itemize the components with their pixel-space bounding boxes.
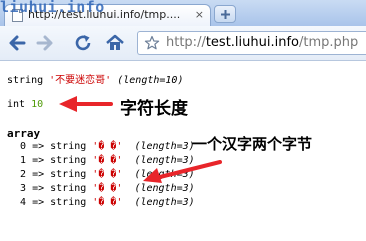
annotation-bytes: 一个汉字两个字节 bbox=[192, 135, 313, 153]
string-dump-line: string '不要迷恋哥' (length=10) bbox=[7, 71, 183, 86]
home-button[interactable] bbox=[104, 32, 126, 54]
annotation-length: 字符长度 bbox=[120, 99, 188, 119]
row-key: 1 bbox=[20, 155, 27, 166]
array-row: 0 => string '� �' (length=3) bbox=[20, 141, 195, 152]
bookmark-star-icon[interactable] bbox=[144, 35, 160, 51]
address-bar[interactable]: http://test.liuhui.info/tmp.php bbox=[137, 31, 366, 55]
url-text[interactable]: http://test.liuhui.info/tmp.php bbox=[166, 35, 358, 50]
string-value: '不要迷恋哥' bbox=[49, 75, 112, 86]
tab-close-icon[interactable]: × bbox=[195, 8, 204, 21]
forward-arrow-icon bbox=[36, 35, 53, 51]
row-key: 4 bbox=[20, 197, 27, 208]
row-value: '� �' bbox=[92, 183, 123, 194]
url-path: /tmp.php bbox=[299, 35, 359, 50]
reload-icon bbox=[75, 35, 91, 51]
row-key: 3 bbox=[20, 183, 27, 194]
type-label: string bbox=[7, 75, 44, 86]
row-type: string bbox=[50, 155, 87, 166]
reload-button[interactable] bbox=[72, 32, 94, 54]
row-arrow: => bbox=[32, 141, 45, 152]
array-row: 4 => string '� �' (length=3) bbox=[20, 197, 195, 208]
red-arrow-icon bbox=[143, 160, 222, 183]
watermark-logo: liuhui.info bbox=[0, 0, 105, 16]
title-bar: http://test.liuhui.info/tmp.... × liuhui… bbox=[0, 0, 366, 26]
row-arrow: => bbox=[32, 169, 45, 180]
row-key: 0 bbox=[20, 141, 27, 152]
forward-button[interactable] bbox=[34, 32, 56, 54]
page-content: string '不要迷恋哥' (length=10) int 10 array … bbox=[0, 61, 366, 241]
row-value: '� �' bbox=[92, 141, 123, 152]
home-icon bbox=[106, 34, 124, 50]
row-arrow: => bbox=[32, 197, 45, 208]
row-meta: (length=3) bbox=[134, 183, 195, 194]
array-label: array bbox=[7, 127, 41, 140]
row-value: '� �' bbox=[92, 169, 123, 180]
url-host: test.liuhui.info bbox=[205, 35, 299, 50]
row-arrow: => bbox=[32, 183, 45, 194]
row-type: string bbox=[50, 169, 87, 180]
row-meta: (length=3) bbox=[134, 197, 195, 208]
row-type: string bbox=[50, 141, 87, 152]
row-value: '� �' bbox=[92, 155, 123, 166]
row-arrow: => bbox=[32, 155, 45, 166]
row-key: 2 bbox=[20, 169, 27, 180]
int-dump-line: int 10 bbox=[7, 99, 43, 110]
new-tab-button[interactable] bbox=[214, 5, 236, 23]
row-meta: (length=3) bbox=[134, 141, 195, 152]
row-value: '� �' bbox=[92, 197, 123, 208]
back-arrow-icon bbox=[9, 35, 26, 51]
plus-icon bbox=[221, 10, 230, 19]
row-type: string bbox=[50, 183, 87, 194]
int-value: 10 bbox=[31, 99, 44, 110]
red-arrow-icon bbox=[59, 96, 113, 112]
array-row: 3 => string '� �' (length=3) bbox=[20, 183, 195, 194]
back-button[interactable] bbox=[6, 32, 28, 54]
length-meta: (length=10) bbox=[117, 75, 184, 86]
row-type: string bbox=[50, 197, 87, 208]
url-scheme: http:// bbox=[166, 35, 206, 50]
type-label: int bbox=[7, 99, 26, 110]
